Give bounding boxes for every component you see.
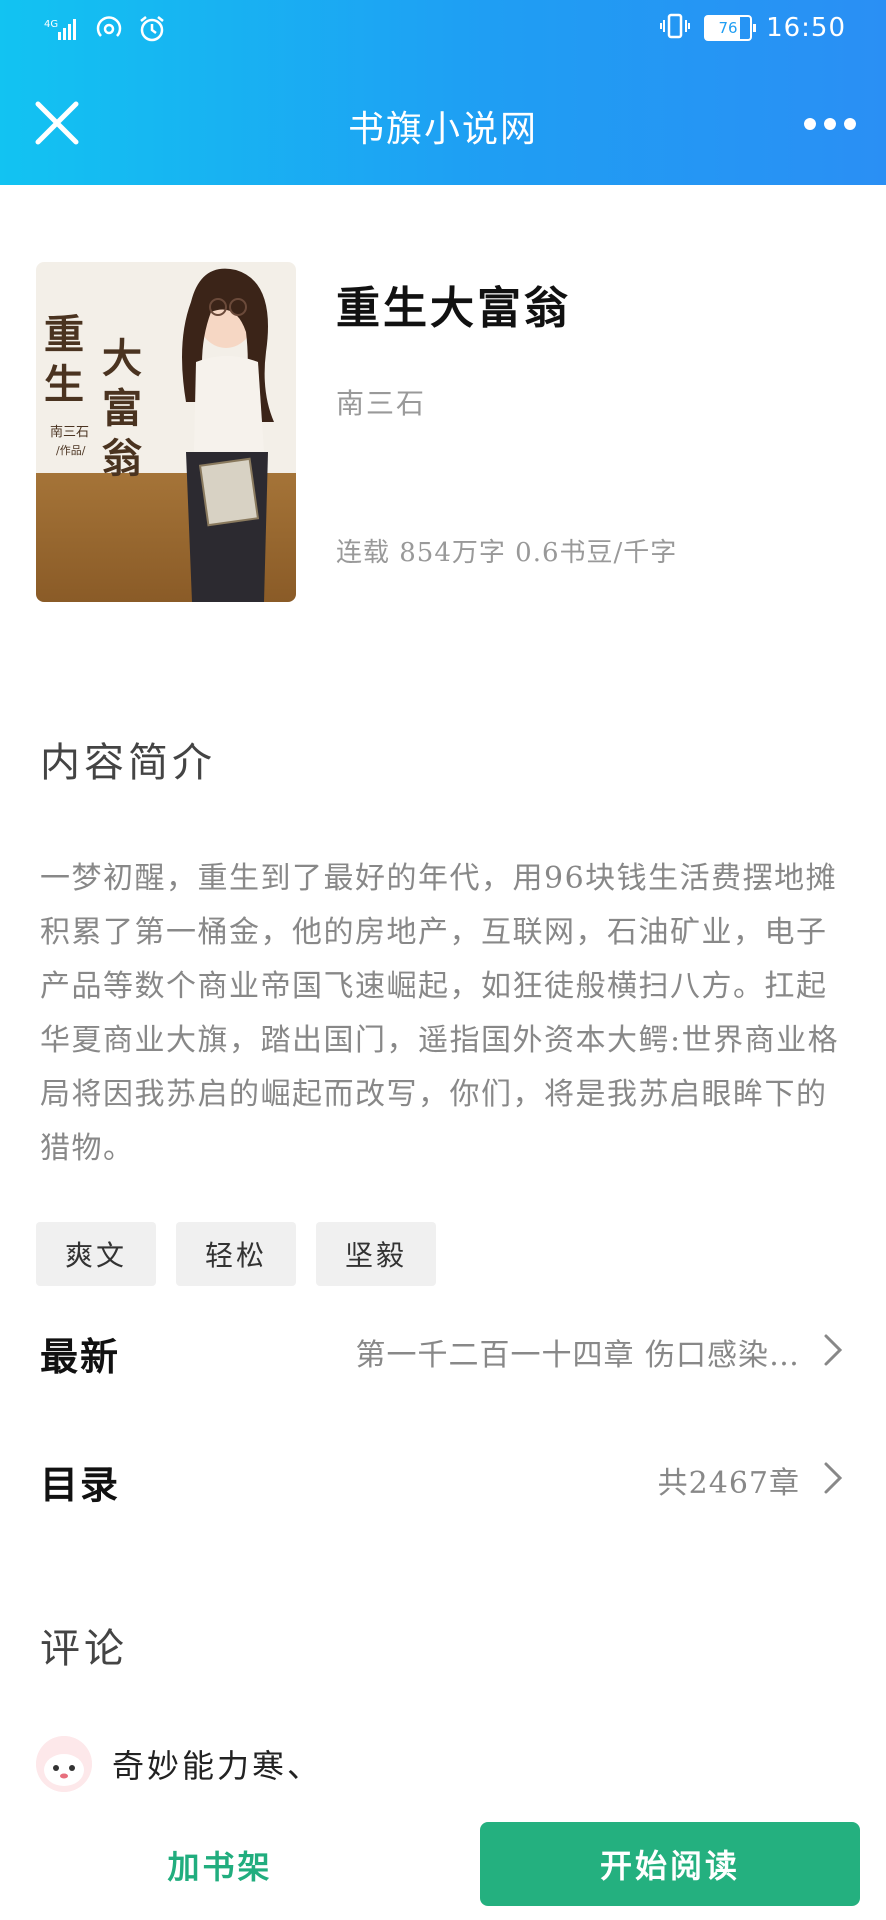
- book-meta: 连载 854万字 0.6书豆/千字: [336, 538, 678, 568]
- book-author[interactable]: 南三石: [336, 382, 426, 422]
- tag-item[interactable]: 坚毅: [316, 1222, 436, 1286]
- more-dots-icon: [804, 118, 856, 130]
- hotspot-icon: [94, 14, 124, 48]
- status-time: 16:50: [766, 13, 846, 43]
- alarm-icon: [138, 15, 166, 47]
- svg-text:大: 大: [102, 335, 142, 382]
- catalog-label: 目录: [40, 1462, 121, 1507]
- chevron-right-icon: [824, 1462, 843, 1494]
- bottom-action-bar: 加书架 开始阅读: [0, 1808, 886, 1920]
- book-cover-art: 重 生 大 富 翁 南三石 /作品/: [44, 268, 274, 602]
- latest-label: 最新: [40, 1334, 121, 1379]
- svg-text:翁: 翁: [102, 435, 142, 482]
- more-button[interactable]: [800, 104, 860, 144]
- intro-heading: 内容简介: [40, 740, 216, 786]
- battery-icon: 76: [704, 15, 757, 41]
- intro-text: 一梦初醒，重生到了最好的年代，用96块钱生活费摆地摊积累了第一桶金，他的房地产，…: [40, 861, 840, 1166]
- svg-text:南三石: 南三石: [50, 424, 89, 440]
- book-title: 重生大富翁: [336, 283, 571, 334]
- vibrate-icon: [660, 12, 691, 44]
- svg-text:富: 富: [102, 385, 142, 432]
- add-to-shelf-button[interactable]: 加书架: [80, 1830, 360, 1900]
- page-title: 书旗小说网: [347, 109, 538, 150]
- catalog-row[interactable]: 目录 共2467章: [40, 1448, 846, 1508]
- battery-level: 76: [718, 19, 738, 37]
- signal-icon: 4G: [44, 16, 80, 46]
- tag-item[interactable]: 轻松: [176, 1222, 296, 1286]
- chapter-count: 共2467章: [657, 1466, 800, 1501]
- svg-text:4G: 4G: [44, 19, 58, 30]
- svg-text:/作品/: /作品/: [56, 444, 86, 457]
- comment-item[interactable]: 奇妙能力寒、: [36, 1736, 322, 1792]
- latest-chapter-title: 第一千二百一十四章 伤口感染…: [355, 1338, 800, 1373]
- start-reading-button[interactable]: 开始阅读: [480, 1822, 860, 1906]
- chevron-right-icon: [824, 1334, 843, 1366]
- tag-list: 爽文 轻松 坚毅: [36, 1222, 436, 1286]
- commenter-name: 奇妙能力寒、: [112, 1747, 323, 1785]
- svg-text:生: 生: [44, 361, 84, 408]
- svg-text:重: 重: [44, 311, 84, 358]
- tag-item[interactable]: 爽文: [36, 1222, 156, 1286]
- comments-heading: 评论: [40, 1626, 128, 1672]
- avatar: [36, 1736, 92, 1792]
- book-cover[interactable]: 重 生 大 富 翁 南三石 /作品/: [36, 262, 296, 602]
- app-header: 4G 76 16:50 书旗小说网: [0, 0, 886, 185]
- latest-chapter-row[interactable]: 最新 第一千二百一十四章 伤口感染…: [40, 1320, 846, 1380]
- status-bar: 4G 76 16:50: [0, 0, 886, 60]
